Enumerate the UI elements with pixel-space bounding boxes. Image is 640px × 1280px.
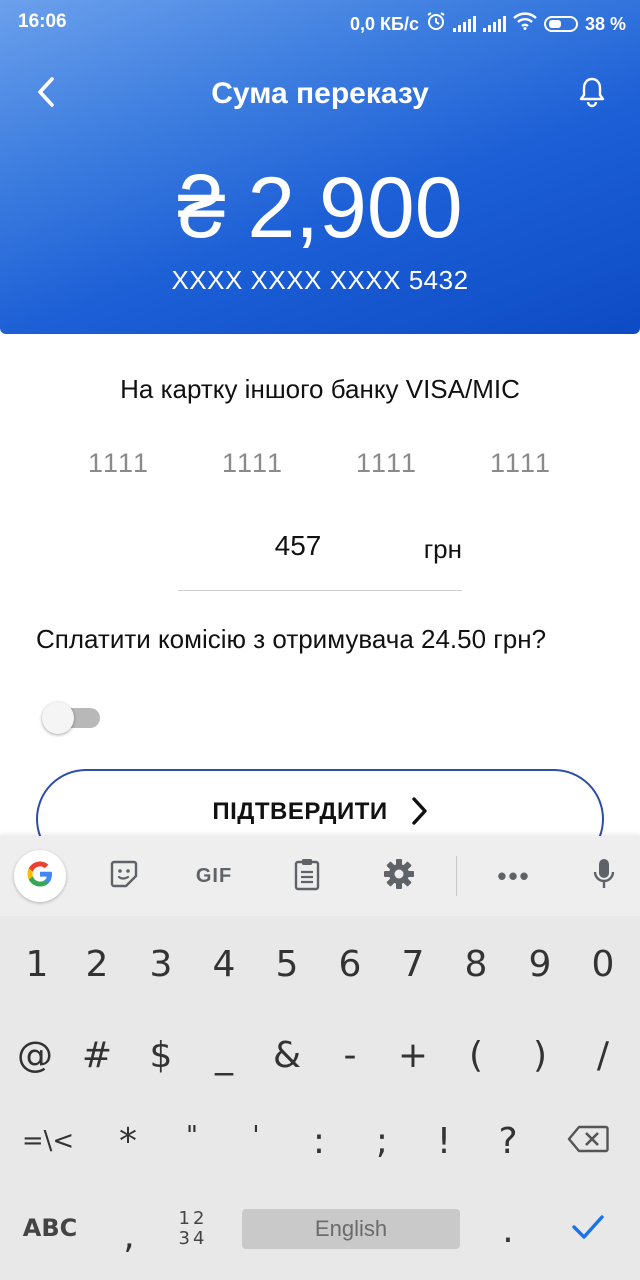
commission-toggle[interactable] — [42, 702, 100, 734]
key-double-quote[interactable]: " — [162, 1106, 222, 1166]
bell-icon — [578, 76, 606, 113]
key-minus[interactable]: - — [320, 1025, 380, 1085]
status-icons: 0,0 КБ/с 38 % — [350, 11, 626, 37]
wifi-icon — [513, 12, 537, 36]
key-hash[interactable]: # — [67, 1025, 127, 1085]
key-single-quote[interactable]: ' — [226, 1106, 286, 1166]
key-close-paren[interactable]: ) — [510, 1025, 570, 1085]
sum-input[interactable]: 457 грн — [178, 520, 462, 591]
notifications-button[interactable] — [572, 74, 612, 114]
backspace-icon — [567, 1121, 609, 1162]
card-group-1: 1111 — [87, 448, 151, 478]
amount-value: 2,900 — [247, 160, 463, 256]
google-icon — [23, 857, 57, 896]
card-group-2: 1111 — [221, 448, 285, 478]
key-question[interactable]: ? — [478, 1111, 538, 1171]
gif-icon: GIF — [195, 864, 233, 887]
gif-button[interactable]: GIF — [190, 852, 238, 900]
sticker-button[interactable] — [100, 852, 148, 900]
abc-key[interactable]: ABC — [10, 1198, 90, 1258]
battery-icon — [543, 16, 578, 32]
key-plus[interactable]: + — [383, 1025, 443, 1085]
key-2[interactable]: 2 — [67, 934, 127, 994]
card-group-3: 1111 — [355, 448, 419, 478]
checkmark-icon — [571, 1208, 605, 1249]
sticker-icon — [109, 859, 139, 894]
toggle-knob — [42, 702, 74, 734]
key-7[interactable]: 7 — [383, 934, 443, 994]
clipboard-icon — [293, 857, 321, 896]
gear-icon — [382, 857, 416, 896]
battery-percent: 38 % — [584, 13, 626, 34]
key-dollar[interactable]: $ — [131, 1025, 191, 1085]
key-ampersand[interactable]: & — [257, 1025, 317, 1085]
key-asterisk[interactable]: * — [98, 1111, 158, 1171]
key-period[interactable]: . — [478, 1200, 538, 1260]
key-colon[interactable]: : — [289, 1111, 349, 1171]
sum-currency: грн — [423, 534, 462, 564]
sum-value[interactable]: 457 — [178, 530, 418, 562]
key-underscore[interactable]: _ — [194, 1025, 254, 1085]
transfer-amount: ₴ 2,900 — [0, 158, 640, 258]
page-title: Сума переказу — [211, 77, 429, 110]
key-4[interactable]: 4 — [194, 934, 254, 994]
key-9[interactable]: 9 — [510, 934, 570, 994]
key-3[interactable]: 3 — [131, 934, 191, 994]
enter-key[interactable] — [558, 1198, 618, 1258]
key-6[interactable]: 6 — [320, 934, 380, 994]
alarm-icon — [426, 11, 446, 37]
settings-button[interactable] — [375, 852, 423, 900]
signal-icon — [452, 16, 476, 32]
more-icon: ••• — [497, 860, 531, 891]
key-comma[interactable]: , — [99, 1206, 159, 1266]
card-group-4: 1111 — [489, 448, 553, 478]
keyboard-toolbar: GIF ••• — [0, 836, 640, 916]
source-card-number: XXXX XXXX XXXX 5432 — [171, 265, 469, 295]
status-time: 16:06 — [18, 11, 67, 32]
header: 16:06 0,0 КБ/с 38 % Сума переказу ₴ 2,900… — [0, 0, 640, 334]
status-bar: 16:06 0,0 КБ/с 38 % — [0, 0, 640, 44]
network-speed: 0,0 КБ/с — [350, 13, 419, 34]
voice-input-button[interactable] — [580, 852, 628, 900]
toolbar-divider — [456, 856, 457, 896]
signal-icon-2 — [482, 16, 506, 32]
recipient-card-number[interactable]: 1111 1111 1111 1111 — [52, 448, 588, 479]
currency-symbol: ₴ — [177, 160, 226, 256]
numpad-bottom: 34 — [178, 1228, 208, 1249]
numpad-top: 12 — [178, 1208, 208, 1229]
clipboard-button[interactable] — [283, 852, 331, 900]
key-8[interactable]: 8 — [446, 934, 506, 994]
confirm-label: ПІДТВЕРДИТИ — [212, 798, 388, 825]
chevron-right-icon — [410, 796, 428, 831]
space-bar[interactable]: English — [242, 1209, 460, 1249]
key-exclamation[interactable]: ! — [414, 1111, 474, 1171]
more-button[interactable]: ••• — [490, 852, 538, 900]
key-more-symbols[interactable]: =\< — [18, 1111, 78, 1171]
commission-question: Сплатити комісію з отримувача 24.50 грн? — [36, 624, 547, 654]
microphone-icon — [592, 857, 616, 896]
key-at[interactable]: @ — [5, 1025, 65, 1085]
key-slash[interactable]: / — [573, 1025, 633, 1085]
destination-label: На картку іншого банку VISA/MIC — [120, 374, 520, 404]
key-1[interactable]: 1 — [7, 934, 67, 994]
key-semicolon[interactable]: ; — [352, 1111, 412, 1171]
backspace-key[interactable] — [558, 1111, 618, 1171]
numpad-key[interactable]: 12 34 — [163, 1199, 223, 1259]
key-open-paren[interactable]: ( — [446, 1025, 506, 1085]
key-0[interactable]: 0 — [573, 934, 633, 994]
google-button[interactable] — [14, 850, 66, 902]
key-5[interactable]: 5 — [257, 934, 317, 994]
